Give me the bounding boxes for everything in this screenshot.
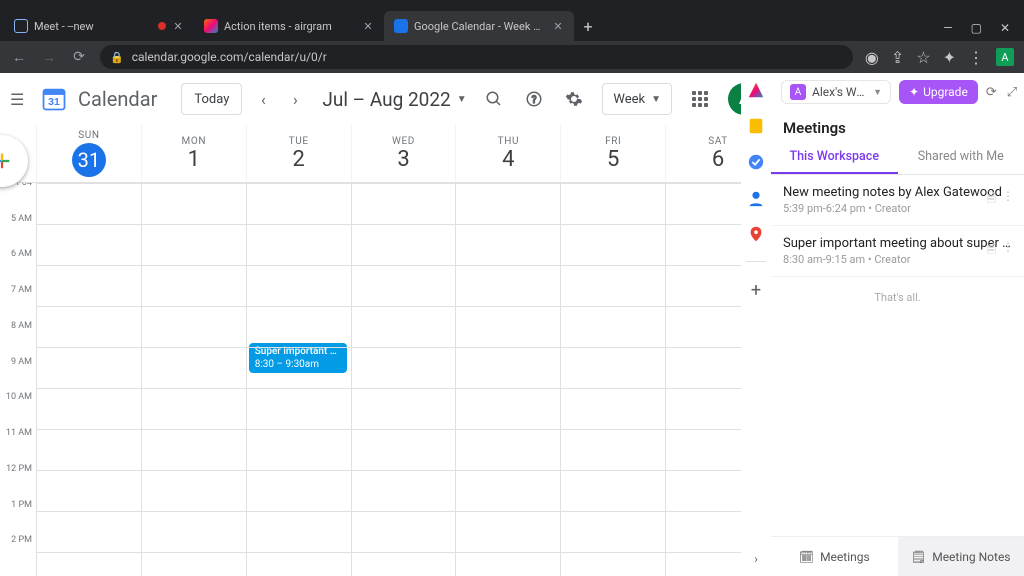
footer-meetings-button[interactable]: 🗓Meetings xyxy=(771,537,898,576)
tab-title: Action items - airgram xyxy=(224,20,356,33)
note-icon[interactable]: 🗎 xyxy=(986,189,996,210)
day-column[interactable] xyxy=(560,183,665,576)
svg-text:31: 31 xyxy=(48,96,60,108)
menu-icon[interactable]: ⋮ xyxy=(968,48,984,67)
window-max-icon[interactable]: ▢ xyxy=(971,21,982,35)
panel-tabs: This Workspace Shared with Me xyxy=(771,141,1024,175)
end-of-list-label: That's all. xyxy=(771,277,1024,318)
meeting-item[interactable]: New meeting notes by Alex Gatewood 5:39 … xyxy=(771,175,1024,226)
footer-notes-button[interactable]: 🗒Meeting Notes xyxy=(898,537,1024,576)
lock-icon: 🔒 xyxy=(110,51,124,64)
address-bar[interactable]: 🔒 calendar.google.com/calendar/u/0/r xyxy=(100,45,853,69)
airgram-panel: A Alex's Wor… ▼ ✦Upgrade ⟳ ⤢ Meetings Th… xyxy=(771,73,1024,576)
add-addon-icon[interactable]: + xyxy=(751,280,761,301)
today-button[interactable]: Today xyxy=(181,83,242,115)
search-icon[interactable] xyxy=(482,87,506,111)
day-column[interactable] xyxy=(36,183,141,576)
browser-tab-strip: Meet - --new ✕ Action items - airgram ✕ … xyxy=(0,0,1024,41)
sparkle-icon: ✦ xyxy=(909,85,919,99)
window-min-icon[interactable]: — xyxy=(943,21,952,35)
day-header[interactable]: WED3 xyxy=(351,125,456,182)
tab-this-workspace[interactable]: This Workspace xyxy=(771,141,898,174)
browser-tab[interactable]: Meet - --new ✕ xyxy=(4,11,194,41)
calendar-header: ☰ 31 Calendar Today ‹ › Jul – Aug 2022▼ … xyxy=(0,73,770,125)
tab-favicon-gcal-icon xyxy=(394,19,408,33)
day-column[interactable]: Super important meet 8:30 – 9:30am xyxy=(246,183,351,576)
day-column[interactable] xyxy=(141,183,246,576)
prev-week-button[interactable]: ‹ xyxy=(252,83,274,115)
tab-shared-with-me[interactable]: Shared with Me xyxy=(898,141,1024,174)
share-icon[interactable]: ⇪ xyxy=(891,48,904,67)
nav-fwd-icon: → xyxy=(40,49,58,66)
hamburger-icon[interactable]: ☰ xyxy=(10,90,30,109)
apps-grid-icon[interactable] xyxy=(688,87,712,111)
tab-title: Meet - --new xyxy=(34,20,152,33)
panel-title: Meetings xyxy=(771,111,1024,141)
puzzle-icon[interactable]: ✦ xyxy=(943,48,956,67)
settings-icon[interactable] xyxy=(562,87,586,111)
view-switcher[interactable]: Week▼ xyxy=(602,83,672,115)
calendar-icon: 🗓 xyxy=(799,550,814,564)
profile-avatar[interactable]: A xyxy=(996,48,1014,66)
browser-tab-active[interactable]: Google Calendar - Week of July ✕ xyxy=(384,11,574,41)
day-header[interactable]: MON1 xyxy=(141,125,246,182)
new-tab-button[interactable]: + xyxy=(574,11,602,41)
menu-icon[interactable]: ⋮ xyxy=(1002,240,1014,261)
tab-title: Google Calendar - Week of July xyxy=(414,20,546,33)
contacts-icon[interactable] xyxy=(747,189,765,207)
close-icon[interactable]: ✕ xyxy=(552,20,564,33)
notes-icon: 🗒 xyxy=(911,550,926,564)
upgrade-button[interactable]: ✦Upgrade xyxy=(899,80,978,104)
chevron-down-icon: ▼ xyxy=(457,94,467,105)
calendar-pane: ☰ 31 Calendar Today ‹ › Jul – Aug 2022▼ … xyxy=(0,73,771,576)
days-header: SUN31 MON1 TUE2 WED3 THU4 FRI5 SAT6 xyxy=(0,125,770,183)
window-close-icon[interactable]: ✕ xyxy=(1000,21,1010,35)
calendar-grid[interactable]: T-04 5 AM6 AM7 AM8 AM9 AM10 AM11 AM12 PM… xyxy=(0,183,770,576)
meeting-list: New meeting notes by Alex Gatewood 5:39 … xyxy=(771,175,1024,536)
day-header[interactable]: THU4 xyxy=(455,125,560,182)
eye-icon[interactable]: ◉ xyxy=(865,48,879,67)
calendar-wordmark: Calendar xyxy=(78,87,157,111)
help-icon[interactable]: ? xyxy=(522,87,546,111)
hours-gutter: T-04 5 AM6 AM7 AM8 AM9 AM10 AM11 AM12 PM… xyxy=(0,183,36,576)
svg-text:?: ? xyxy=(532,95,537,106)
workspace-switcher[interactable]: A Alex's Wor… ▼ xyxy=(781,80,891,104)
menu-icon[interactable]: ⋮ xyxy=(1002,189,1014,210)
tasks-icon[interactable] xyxy=(747,153,765,171)
panel-footer: 🗓Meetings 🗒Meeting Notes xyxy=(771,536,1024,576)
next-week-button[interactable]: › xyxy=(284,83,306,115)
collapse-rail-icon[interactable]: › xyxy=(754,552,758,566)
refresh-icon[interactable]: ⟳ xyxy=(986,85,997,100)
tab-favicon-airgram-icon xyxy=(204,19,218,33)
day-header[interactable]: FRI5 xyxy=(560,125,665,182)
note-icon[interactable]: 🗎 xyxy=(986,240,996,261)
chevron-down-icon: ▼ xyxy=(873,87,882,98)
meeting-item[interactable]: Super important meeting about super impo… xyxy=(771,226,1024,277)
tab-favicon-meet-icon xyxy=(14,19,28,33)
close-icon[interactable]: ✕ xyxy=(362,20,374,33)
nav-reload-icon[interactable]: ⟳ xyxy=(70,49,88,65)
date-range-label[interactable]: Jul – Aug 2022▼ xyxy=(322,88,466,111)
chevron-down-icon: ▼ xyxy=(651,94,661,105)
panel-header: A Alex's Wor… ▼ ✦Upgrade ⟳ ⤢ xyxy=(771,73,1024,111)
recording-icon xyxy=(158,22,166,30)
day-header[interactable]: SUN31 xyxy=(36,125,141,182)
close-icon[interactable]: ✕ xyxy=(172,20,184,33)
calendar-logo-icon: 31 xyxy=(40,85,68,113)
browser-toolbar: ← → ⟳ 🔒 calendar.google.com/calendar/u/0… xyxy=(0,41,1024,73)
day-column[interactable] xyxy=(351,183,456,576)
day-header[interactable]: TUE2 xyxy=(246,125,351,182)
google-side-rail: + › xyxy=(741,73,771,576)
airgram-icon[interactable] xyxy=(747,81,765,99)
browser-tab[interactable]: Action items - airgram ✕ xyxy=(194,11,384,41)
timezone-label: T-04 xyxy=(0,183,36,214)
maps-icon[interactable] xyxy=(747,225,765,243)
nav-back-icon[interactable]: ← xyxy=(10,49,28,66)
url-text: calendar.google.com/calendar/u/0/r xyxy=(132,50,327,64)
star-icon[interactable]: ☆ xyxy=(916,48,930,67)
day-column[interactable] xyxy=(455,183,560,576)
keep-icon[interactable] xyxy=(747,117,765,135)
expand-icon[interactable]: ⤢ xyxy=(1007,85,1017,100)
